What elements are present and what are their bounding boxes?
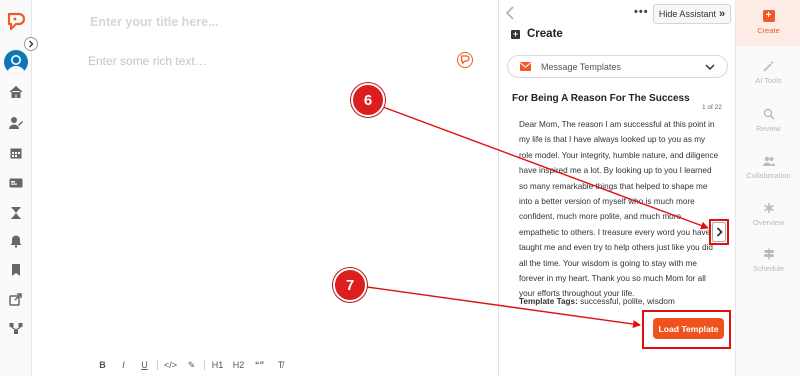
- template-counter: 1 of 22: [702, 104, 722, 111]
- title-input[interactable]: Enter your title here...: [90, 15, 219, 29]
- template-type-dropdown[interactable]: Message Templates: [507, 55, 728, 78]
- hide-assistant-label: Hide Assistant: [658, 9, 716, 19]
- app-logo-icon[interactable]: [6, 12, 26, 32]
- heading2-button[interactable]: H2: [228, 360, 249, 370]
- rail-label: Collaboration: [746, 171, 791, 180]
- right-rail: + Create AI Tools Review Collaboration O…: [735, 0, 800, 376]
- italic-button[interactable]: I: [113, 360, 134, 370]
- search-icon: [763, 108, 775, 120]
- template-tags-label: Template Tags:: [519, 297, 578, 306]
- hide-assistant-button[interactable]: Hide Assistant »: [653, 4, 731, 24]
- more-options-icon[interactable]: •••: [634, 6, 649, 18]
- template-title: For Being A Reason For The Success: [512, 93, 690, 104]
- hourglass-icon[interactable]: [8, 205, 24, 221]
- assistant-badge-icon[interactable]: [457, 52, 473, 68]
- share-icon[interactable]: [8, 291, 24, 307]
- plus-square-icon: +: [511, 28, 520, 39]
- heading1-button[interactable]: H1: [207, 360, 228, 370]
- wand-icon: [762, 60, 775, 72]
- double-chevron-icon: »: [718, 8, 726, 20]
- quote-button[interactable]: “”: [249, 360, 270, 370]
- chevron-right-icon: [716, 227, 723, 237]
- rich-text-input[interactable]: Enter some rich text…: [88, 54, 207, 68]
- rail-label: Overview: [752, 218, 785, 227]
- load-template-button[interactable]: Load Template: [653, 318, 724, 339]
- bold-button[interactable]: B: [92, 360, 113, 370]
- network-icon[interactable]: [8, 320, 24, 336]
- format-toolbar: B I U </> ✎ H1 H2 “” T̸: [92, 358, 291, 372]
- dropdown-label: Message Templates: [541, 61, 621, 72]
- rail-item-collaboration[interactable]: Collaboration: [736, 145, 800, 191]
- rail-item-ai-tools[interactable]: AI Tools: [736, 50, 800, 96]
- underline-button[interactable]: U: [134, 360, 155, 370]
- home-icon[interactable]: [8, 84, 24, 100]
- calendar-icon[interactable]: [8, 145, 24, 161]
- user-edit-icon[interactable]: [8, 115, 24, 131]
- rail-item-schedule[interactable]: Schedule: [736, 238, 800, 284]
- template-tags-value: successful, polite, wisdom: [580, 297, 675, 306]
- toolbar-divider: [204, 360, 205, 370]
- rail-label: Create: [757, 26, 780, 35]
- asterisk-icon: [763, 202, 775, 214]
- bell-icon[interactable]: [8, 233, 24, 249]
- rail-label: Review: [756, 124, 781, 133]
- sidebar-toggle-button[interactable]: [24, 37, 38, 51]
- envelope-icon: [520, 62, 531, 71]
- assistant-panel: ••• Hide Assistant » + Create Message Te…: [498, 0, 735, 376]
- editor-area: Enter your title here... Enter some rich…: [32, 0, 498, 376]
- rail-item-overview[interactable]: Overview: [736, 192, 800, 238]
- chevron-down-icon: [705, 63, 715, 70]
- rail-item-review[interactable]: Review: [736, 98, 800, 144]
- id-card-icon[interactable]: [8, 175, 24, 191]
- highlight-button[interactable]: ✎: [181, 360, 202, 371]
- avatar[interactable]: [4, 50, 28, 74]
- toolbar-divider: [157, 360, 158, 370]
- rail-item-create[interactable]: + Create: [736, 0, 800, 46]
- code-button[interactable]: </>: [160, 360, 181, 370]
- create-title: Create: [527, 28, 563, 40]
- next-template-button[interactable]: [712, 222, 726, 242]
- rail-label: Schedule: [752, 264, 785, 273]
- template-body: Dear Mom, The reason I am successful at …: [519, 120, 719, 299]
- template-tags: Template Tags: successful, polite, wisdo…: [519, 297, 675, 306]
- clear-format-button[interactable]: T̸: [270, 360, 291, 370]
- signpost-icon: [763, 248, 775, 260]
- chevron-right-icon: [29, 40, 34, 48]
- bookmark-icon[interactable]: [8, 262, 24, 278]
- users-icon: [762, 155, 775, 167]
- rail-label: AI Tools: [755, 76, 782, 85]
- back-chevron-icon[interactable]: [505, 6, 515, 23]
- left-sidebar: [0, 0, 32, 376]
- create-header: + Create: [511, 28, 563, 40]
- plus-square-icon: +: [762, 10, 775, 22]
